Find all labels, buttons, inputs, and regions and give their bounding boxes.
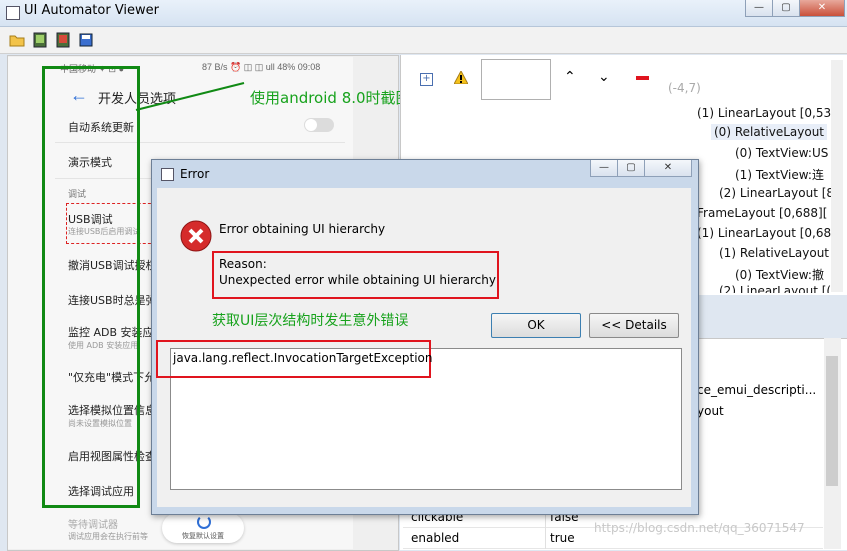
tree-node[interactable]: (2) LinearLayout [( xyxy=(719,284,831,293)
annotation-green-arrow xyxy=(135,82,245,111)
ok-button[interactable]: OK xyxy=(491,313,581,338)
device-screenshot-compressed-icon[interactable] xyxy=(55,32,71,48)
save-icon[interactable] xyxy=(78,32,94,48)
tree-node[interactable]: (1) TextView:连 xyxy=(735,166,824,183)
app-icon xyxy=(6,6,20,20)
tree-node[interactable]: (1) LinearLayout [0,68 xyxy=(697,226,831,240)
property-value: true xyxy=(550,531,575,545)
phone-item-wait-debugger: 等待调试器 xyxy=(68,520,118,531)
close-button[interactable]: ✕ xyxy=(799,0,845,17)
tree-node[interactable]: (0) TextView:US xyxy=(735,146,828,160)
dialog-close-button[interactable]: ✕ xyxy=(644,160,692,177)
tree-node[interactable]: FrameLayout [0,688][ xyxy=(697,206,827,220)
search-box[interactable] xyxy=(481,59,551,100)
warning-icon[interactable] xyxy=(453,69,469,87)
restore-defaults-label: 恢复默认设置 xyxy=(182,532,224,540)
maximize-button[interactable]: ▢ xyxy=(772,0,800,17)
details-button[interactable]: << Details xyxy=(589,313,679,338)
previous-chevron-icon[interactable]: ⌃ xyxy=(564,69,576,85)
minimize-button[interactable]: — xyxy=(745,0,773,17)
expand-all-icon[interactable]: + xyxy=(420,73,433,86)
device-screenshot-icon[interactable] xyxy=(32,32,48,48)
tree-node[interactable]: (0) TextView:撤 xyxy=(735,266,824,283)
dialog-minimize-button[interactable]: — xyxy=(590,160,618,177)
reason-text: Unexpected error while obtaining UI hier… xyxy=(219,273,496,287)
watermark: https://blog.csdn.net/qq_36071547 xyxy=(594,521,805,535)
props-partial-text: yout xyxy=(697,404,724,418)
coordinates-readout: (-4,7) xyxy=(668,81,701,95)
error-heading: Error obtaining UI hierarchy xyxy=(219,222,386,236)
property-key: enabled xyxy=(411,531,460,545)
next-chevron-icon[interactable]: ⌄ xyxy=(598,69,610,85)
dialog-title: Error xyxy=(180,167,210,181)
open-folder-icon[interactable] xyxy=(9,32,25,48)
restore-defaults-button: 恢复默认设置 xyxy=(162,513,244,543)
error-icon xyxy=(180,220,212,255)
toolbar xyxy=(0,27,847,54)
toggle-switch xyxy=(304,118,334,132)
phone-item-wait-debugger-sub: 调试应用会在执行前等 xyxy=(68,532,148,541)
dialog-maximize-button[interactable]: ▢ xyxy=(617,160,645,177)
props-scrollbar[interactable] xyxy=(824,338,841,549)
annotation-error-note: 获取UI层次结构时发生意外错误 xyxy=(212,313,409,329)
props-partial-text: ce_emui_descripti... xyxy=(697,383,817,397)
dialog-app-icon xyxy=(161,168,174,181)
exception-text: java.lang.reflect.InvocationTargetExcept… xyxy=(173,351,433,365)
annotation-green-box xyxy=(42,66,140,508)
tree-node[interactable]: (2) LinearLayout [8 xyxy=(719,186,834,200)
tree-node[interactable]: (1) RelativeLayout xyxy=(719,246,829,260)
reason-label: Reason: xyxy=(219,257,267,271)
status-bar-right: 87 B/s ⏰ ◫ ◫ ull 48% 09:08 xyxy=(202,62,321,72)
refresh-icon xyxy=(197,515,211,529)
tree-scrollbar[interactable] xyxy=(831,60,843,292)
tree-node-selected[interactable]: (0) RelativeLayout xyxy=(711,124,827,140)
tree-node[interactable]: (1) LinearLayout [0,53 xyxy=(697,106,831,120)
window-title: UI Automator Viewer xyxy=(24,3,160,18)
clear-icon[interactable] xyxy=(636,76,649,80)
